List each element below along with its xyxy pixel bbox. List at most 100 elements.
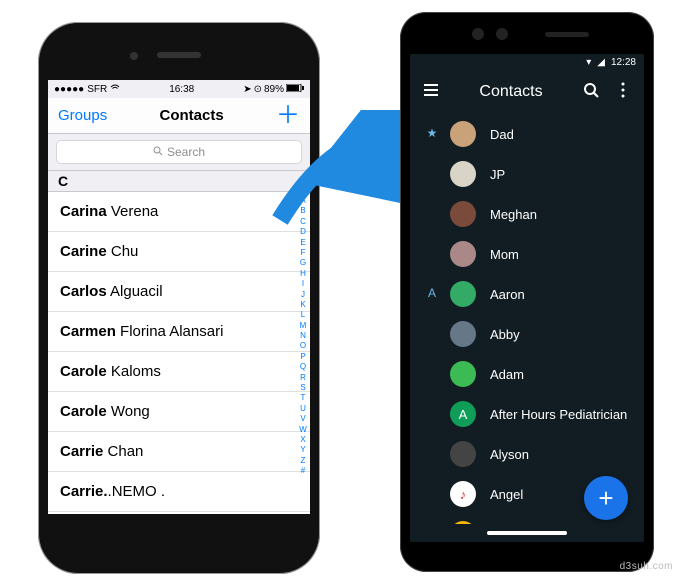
contact-name: Abby <box>490 327 520 342</box>
contact-name: Mom <box>490 247 519 262</box>
contact-row[interactable]: Casey Downing <box>48 512 310 514</box>
contact-row[interactable]: Carole Wong <box>48 392 310 432</box>
battery-icon <box>286 84 304 95</box>
alarm-icon: ⊙ <box>254 84 262 95</box>
iphone-device: ●●●●● SFR 16:38 ➤ ⊙ 89% Groups Contacts … <box>38 22 320 574</box>
android-nav-bar <box>410 524 644 542</box>
section-header: C <box>48 171 310 192</box>
index-letter[interactable]: A <box>296 196 310 206</box>
page-title: Contacts <box>160 107 224 124</box>
index-letter[interactable]: M <box>296 321 310 331</box>
avatar <box>450 441 476 467</box>
signal-icon: ◢ <box>597 57 605 68</box>
search-bar-container: Search <box>48 134 310 171</box>
contact-row[interactable]: Carrie Chan <box>48 432 310 472</box>
index-letter[interactable]: Z <box>296 456 310 466</box>
index-letter[interactable]: F <box>296 248 310 258</box>
index-letter[interactable]: V <box>296 414 310 424</box>
index-letter[interactable]: P <box>296 352 310 362</box>
contact-row[interactable]: Carine Chu <box>48 232 310 272</box>
index-letter[interactable]: O <box>296 341 310 351</box>
home-pill[interactable] <box>487 531 567 535</box>
index-letter[interactable]: U <box>296 404 310 414</box>
index-letter[interactable]: S <box>296 383 310 393</box>
contact-row[interactable]: Carmen Florina Alansari <box>48 312 310 352</box>
index-letter[interactable]: B <box>296 206 310 216</box>
add-contact-fab[interactable]: + <box>584 476 628 520</box>
contact-row[interactable]: Mom <box>410 234 644 274</box>
watermark: d3suh.com <box>620 561 673 572</box>
pixel-device: ▾ ◢ 12:28 Contacts ★ Dad JP Meghan Mom A Aaron… <box>400 12 654 572</box>
ios-status-bar: ●●●●● SFR 16:38 ➤ ⊙ 89% <box>48 80 310 98</box>
search-icon[interactable] <box>582 81 600 104</box>
wifi-icon: ▾ <box>586 57 591 68</box>
clock-label: 12:28 <box>611 57 636 68</box>
contact-row[interactable]: A After Hours Pediatrician <box>410 394 644 434</box>
contacts-list[interactable]: Carina VerenaCarine ChuCarlos AlguacilCa… <box>48 192 310 514</box>
pixel-screen: ▾ ◢ 12:28 Contacts ★ Dad JP Meghan Mom A Aaron… <box>410 54 644 542</box>
contact-row[interactable]: Meghan <box>410 194 644 234</box>
contact-name: Dad <box>490 127 514 142</box>
clock-label: 16:38 <box>169 84 194 95</box>
contact-row[interactable]: JP <box>410 154 644 194</box>
pixel-speaker <box>545 32 589 37</box>
wifi-icon <box>110 84 120 95</box>
index-letter[interactable]: I <box>296 279 310 289</box>
groups-button[interactable]: Groups <box>58 107 107 124</box>
avatar <box>450 201 476 227</box>
search-placeholder: Search <box>167 145 205 159</box>
avatar: ♪ <box>450 481 476 507</box>
iphone-screen: ●●●●● SFR 16:38 ➤ ⊙ 89% Groups Contacts … <box>48 80 310 514</box>
iphone-speaker <box>157 52 201 58</box>
index-letter[interactable]: W <box>296 425 310 435</box>
index-letter[interactable]: K <box>296 300 310 310</box>
add-contact-button[interactable]: ＋ <box>276 104 300 128</box>
contact-row[interactable]: Carina Verena <box>48 192 310 232</box>
contact-row[interactable]: Aaron <box>410 274 644 314</box>
index-letter[interactable]: H <box>296 269 310 279</box>
contacts-list[interactable]: ★ Dad JP Meghan Mom A Aaron Abby Adam A After Hour… <box>410 114 644 524</box>
contact-row[interactable]: Carrie..NEMO . <box>48 472 310 512</box>
index-letter[interactable]: T <box>296 393 310 403</box>
battery-label: 89% <box>264 84 284 95</box>
avatar: A <box>450 401 476 427</box>
contact-name: After Hours Pediatrician <box>490 407 627 422</box>
contact-row[interactable]: Abby <box>410 314 644 354</box>
contact-row[interactable]: Adam <box>410 354 644 394</box>
contact-name: Adam <box>490 367 524 382</box>
index-letter[interactable]: X <box>296 435 310 445</box>
index-letter[interactable]: R <box>296 373 310 383</box>
index-letter[interactable]: C <box>296 217 310 227</box>
avatar <box>450 281 476 307</box>
avatar <box>450 241 476 267</box>
search-input[interactable]: Search <box>56 140 302 164</box>
index-letter[interactable]: # <box>296 466 310 476</box>
ios-nav-bar: Groups Contacts ＋ <box>48 98 310 134</box>
index-letter[interactable]: E <box>296 238 310 248</box>
contact-name: JP <box>490 167 505 182</box>
contact-name: Meghan <box>490 207 537 222</box>
contact-row[interactable]: Carlos Alguacil <box>48 272 310 312</box>
avatar <box>450 161 476 187</box>
alphabet-index[interactable]: ABCDEFGHIJKLMNOPQRSTUVWXYZ# <box>296 192 310 514</box>
android-app-bar: Contacts <box>410 70 644 114</box>
index-letter[interactable]: D <box>296 227 310 237</box>
pixel-front-camera <box>496 28 508 40</box>
iphone-front-camera <box>130 52 138 60</box>
favorites-star-icon: ★ <box>424 126 440 140</box>
index-letter[interactable]: L <box>296 310 310 320</box>
contact-row[interactable]: Carole Kaloms <box>48 352 310 392</box>
index-letter[interactable]: Y <box>296 445 310 455</box>
contact-name: Alyson <box>490 447 529 462</box>
index-letter[interactable]: J <box>296 290 310 300</box>
contact-row[interactable]: Alyson <box>410 434 644 474</box>
search-icon <box>153 145 163 159</box>
index-letter[interactable]: G <box>296 258 310 268</box>
more-icon[interactable] <box>614 81 632 104</box>
index-letter[interactable]: N <box>296 331 310 341</box>
carrier-label: SFR <box>87 84 107 95</box>
index-letter[interactable]: Q <box>296 362 310 372</box>
contact-row[interactable]: Dad <box>410 114 644 154</box>
android-status-bar: ▾ ◢ 12:28 <box>410 54 644 70</box>
menu-icon[interactable] <box>422 81 440 104</box>
